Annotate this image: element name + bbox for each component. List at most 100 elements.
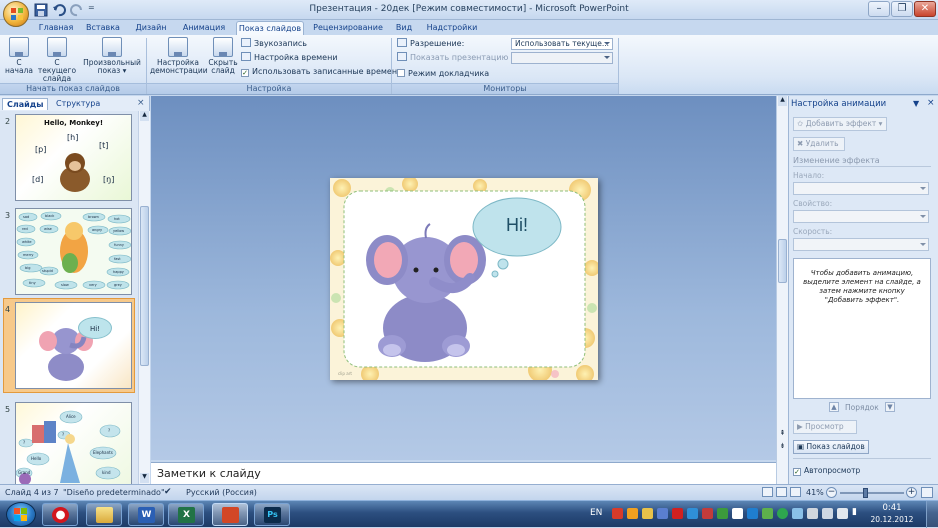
current-slide[interactable]: Hi! clip art	[330, 178, 598, 380]
slide-sorter-icon[interactable]	[776, 487, 787, 497]
move-up-icon[interactable]: ▲	[829, 402, 839, 412]
tab-home[interactable]: Главная	[36, 21, 76, 35]
close-pane-icon[interactable]: ×	[137, 98, 145, 108]
tab-insert[interactable]: Вставка	[82, 21, 124, 35]
prev-slide-icon[interactable]: ⇞	[778, 429, 787, 439]
tab-review[interactable]: Рецензирование	[311, 21, 385, 35]
add-effect-button[interactable]: ✩ Добавить эффект ▾	[793, 117, 887, 131]
slideshow-button[interactable]: ▣ Показ слайдов	[793, 440, 869, 454]
from-start-button[interactable]: С начала	[4, 37, 34, 75]
network-icon[interactable]	[837, 508, 848, 519]
property-select[interactable]	[793, 210, 929, 223]
taskbar-word[interactable]: W	[128, 503, 164, 526]
undo-icon[interactable]	[52, 3, 66, 17]
tray-app-icon[interactable]	[612, 508, 623, 519]
save-icon[interactable]	[34, 3, 48, 17]
taskbar-powerpoint-active[interactable]	[212, 503, 248, 526]
setup-show-button[interactable]: Настройка демонстрации	[150, 37, 208, 75]
notes-pane[interactable]: Заметки к слайду	[151, 462, 776, 484]
slide-thumbnail-4[interactable]: Hi!	[15, 302, 132, 389]
scroll-thumb[interactable]	[140, 206, 149, 366]
fit-to-window-icon[interactable]	[921, 487, 933, 498]
tray-app-icon[interactable]	[657, 508, 668, 519]
presenter-view-checkbox[interactable]: Режим докладчика	[397, 68, 489, 80]
taskbar-photoshop[interactable]: Ps	[254, 503, 290, 526]
restore-button[interactable]: ❐	[891, 1, 913, 17]
tray-app-icon[interactable]	[762, 508, 773, 519]
zoom-out-icon[interactable]: −	[826, 487, 837, 498]
autopreview-checkbox[interactable]: ✓ Автопросмотр	[793, 465, 860, 477]
qat-more-icon[interactable]: =	[88, 3, 98, 15]
slideshow-view-icon[interactable]	[790, 487, 801, 497]
move-down-icon[interactable]: ▼	[885, 402, 895, 412]
tray-app-icon[interactable]	[702, 508, 713, 519]
speed-select[interactable]	[793, 238, 929, 251]
tab-view[interactable]: Вид	[392, 21, 416, 35]
scroll-down-icon[interactable]: ▼	[140, 473, 149, 483]
show-desktop-button[interactable]	[926, 501, 938, 528]
from-current-button[interactable]: С текущего слайда	[36, 37, 78, 83]
tray-app-icon[interactable]	[777, 508, 788, 519]
hide-slide-button[interactable]: Скрыть слайд	[208, 37, 238, 75]
minimize-button[interactable]: –	[868, 1, 890, 17]
zoom-level[interactable]: 41%	[806, 488, 824, 497]
tab-outline[interactable]: Структура	[52, 98, 104, 110]
scroll-thumb[interactable]	[778, 239, 787, 283]
pane-menu-icon[interactable]: ▼	[913, 99, 919, 108]
slide-thumbnail-2[interactable]: Hello, Monkey! [h] [p] [t] [d] [ŋ]	[15, 114, 132, 201]
taskbar-explorer[interactable]	[86, 503, 122, 526]
office-button[interactable]	[3, 1, 29, 27]
signal-icon[interactable]: ▮	[852, 507, 864, 519]
tray-app-icon[interactable]	[717, 508, 728, 519]
tray-app-icon[interactable]	[792, 508, 803, 519]
slide-thumbnail-3[interactable]: sad black brown hot red yellow white fun…	[15, 208, 132, 295]
zoom-slider-thumb[interactable]	[863, 488, 869, 498]
zoom-in-icon[interactable]: +	[906, 487, 917, 498]
taskbar-excel[interactable]: X	[168, 503, 204, 526]
tray-app-icon[interactable]	[687, 508, 698, 519]
remove-button[interactable]: ✖ Удалить	[793, 137, 845, 151]
volume-icon[interactable]	[807, 508, 818, 519]
use-timings-checkbox[interactable]: ✓ Использовать записанные времена	[241, 66, 402, 78]
tray-app-icon[interactable]	[627, 508, 638, 519]
close-icon[interactable]: ×	[927, 98, 935, 108]
animation-list[interactable]: Чтобы добавить анимацию, выделите элемен…	[793, 258, 931, 399]
normal-view-icon[interactable]	[762, 487, 773, 497]
scroll-up-icon[interactable]: ▲	[778, 96, 787, 106]
autopreview-label: Автопросмотр	[804, 466, 861, 475]
tab-addins[interactable]: Надстройки	[424, 21, 480, 35]
preview-button[interactable]: ▶ Просмотр	[793, 420, 857, 434]
tray-app-icon[interactable]	[642, 508, 653, 519]
language-indicator[interactable]: Русский (Россия)	[186, 488, 257, 497]
clock-date[interactable]: 20.12.2012	[870, 515, 914, 524]
resolution-select[interactable]: Использовать текуще...	[511, 38, 613, 50]
clock-time[interactable]: 0:41	[870, 503, 914, 513]
resolution-label-row: Разрешение:	[397, 38, 464, 50]
slide-thumbnail-5[interactable]: Alice ? Elephants Hello ? ? Grand kind	[15, 402, 132, 484]
tab-animation[interactable]: Анимация	[179, 21, 229, 35]
thumbnails-scrollbar[interactable]: ▲ ▼	[138, 111, 150, 484]
redo-icon[interactable]	[70, 3, 84, 17]
rehearse-timings-button[interactable]: Настройка времени	[241, 52, 338, 64]
language-tray[interactable]: EN	[590, 508, 602, 518]
scroll-up-icon[interactable]: ▲	[140, 111, 149, 121]
next-slide-icon[interactable]: ⇟	[778, 442, 787, 452]
start-select[interactable]	[793, 182, 929, 195]
record-narration-button[interactable]: Звукозапись	[241, 38, 307, 50]
zoom-slider[interactable]	[840, 488, 904, 498]
tray-app-icon[interactable]	[822, 508, 833, 519]
start-button[interactable]	[6, 502, 36, 527]
spellcheck-icon[interactable]: ✔	[164, 487, 172, 497]
tab-design[interactable]: Дизайн	[131, 21, 171, 35]
show-on-select[interactable]	[511, 52, 613, 64]
tray-app-icon[interactable]	[672, 508, 683, 519]
editor-scrollbar[interactable]: ▲ ⇞ ⇟	[776, 96, 788, 484]
custom-show-button[interactable]: Произвольный показ ▾	[82, 37, 142, 75]
theme-name[interactable]: "Diseño predeterminado"	[63, 488, 165, 497]
tray-app-icon[interactable]	[747, 508, 758, 519]
tray-app-icon[interactable]	[732, 508, 743, 519]
close-button[interactable]: ✕	[914, 1, 936, 17]
taskbar-opera[interactable]	[42, 503, 78, 526]
tab-slides[interactable]: Слайды	[2, 98, 49, 110]
tab-slideshow[interactable]: Показ слайдов	[236, 21, 304, 35]
